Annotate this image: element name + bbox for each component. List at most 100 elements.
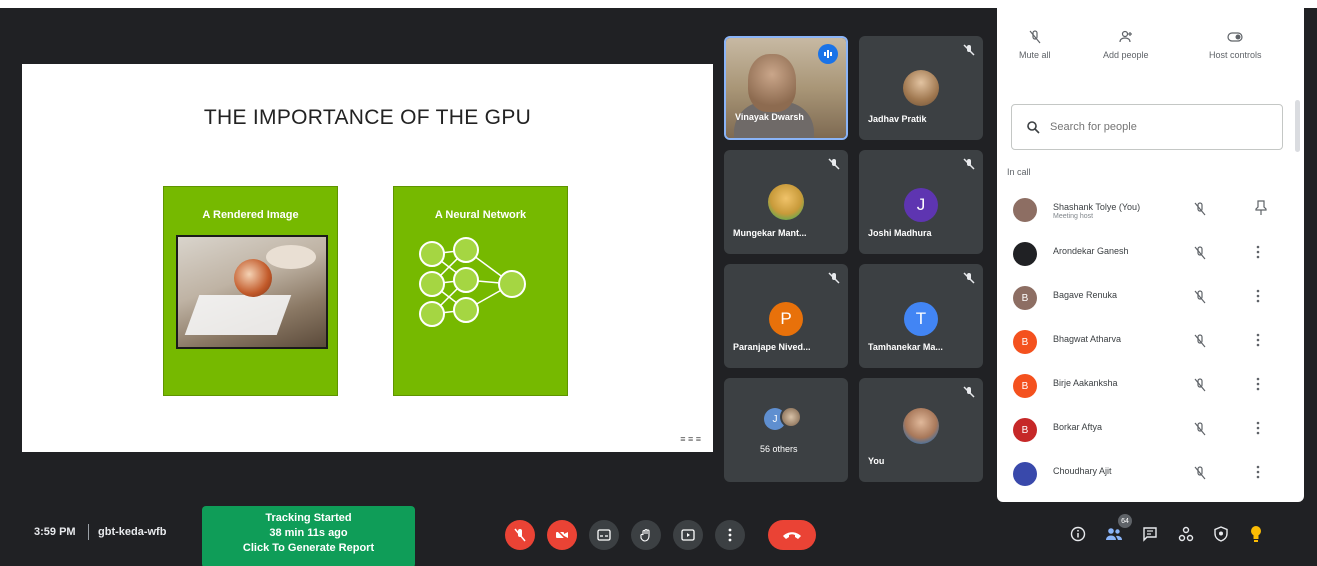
participant-name: Bagave Renuka — [1053, 290, 1118, 300]
mic-off-icon — [828, 158, 840, 170]
mic-off-icon — [963, 158, 975, 170]
more-vert-icon[interactable] — [1255, 376, 1261, 392]
tile-name: Jadhav Pratik — [868, 114, 927, 124]
search-people-field[interactable] — [1011, 104, 1283, 150]
meeting-details-button[interactable] — [1066, 522, 1090, 546]
more-options-button[interactable] — [715, 520, 745, 550]
slide-title: THE IMPORTANCE OF THE GPU — [203, 106, 532, 129]
more-vert-icon[interactable] — [1255, 288, 1261, 304]
avatar — [780, 406, 802, 428]
host-controls-shield-button[interactable] — [1209, 522, 1233, 546]
mic-toggle-button[interactable] — [505, 520, 535, 550]
tile-name: 56 others — [760, 444, 798, 454]
tile-name: Joshi Madhura — [868, 228, 932, 238]
participant-row[interactable]: B Borkar Aftya — [997, 408, 1304, 452]
host-controls-button[interactable]: Host controls — [1209, 30, 1262, 60]
neural-network-panel: A Neural Network — [393, 186, 568, 396]
self-tile[interactable]: You — [859, 378, 983, 482]
mic-off-icon[interactable] — [1193, 246, 1207, 260]
participant-row[interactable]: B Birje Aakanksha — [997, 364, 1304, 408]
avatar — [903, 408, 939, 444]
more-vert-icon[interactable] — [1255, 332, 1261, 348]
more-vert-icon[interactable] — [1255, 244, 1261, 260]
search-input[interactable] — [1050, 121, 1250, 133]
avatar — [1013, 462, 1037, 486]
participant-tile[interactable]: Vinayak Dwarsh — [724, 36, 848, 140]
tile-name: Vinayak Dwarsh — [735, 112, 804, 122]
present-button[interactable] — [673, 520, 703, 550]
participant-name: Arondekar Ganesh — [1053, 246, 1129, 256]
avatar — [768, 184, 804, 220]
mic-off-icon[interactable] — [1193, 202, 1207, 216]
speaking-icon — [818, 44, 838, 64]
clock: 3:59 PM — [34, 526, 76, 538]
present-screen-icon — [681, 529, 695, 541]
raise-hand-button[interactable] — [631, 520, 661, 550]
scrollbar[interactable] — [1295, 100, 1300, 152]
participant-name: Choudhary Ajit — [1053, 466, 1112, 476]
participant-row[interactable]: Shashank Tolye (You) Meeting host — [997, 188, 1304, 232]
add-person-icon — [1119, 30, 1132, 43]
avatar — [903, 70, 939, 106]
mic-off-icon[interactable] — [1193, 290, 1207, 304]
mic-off-icon — [963, 272, 975, 284]
activities-button[interactable] — [1174, 522, 1198, 546]
activities-icon — [1178, 526, 1194, 542]
hang-up-icon — [783, 532, 801, 539]
captions-icon — [597, 529, 611, 541]
tile-name: You — [868, 456, 885, 466]
people-button[interactable]: 64 — [1102, 514, 1132, 546]
mic-off-icon[interactable] — [1193, 378, 1207, 392]
tile-name: Tamhanekar Ma... — [868, 342, 943, 352]
avatar — [1013, 242, 1037, 266]
others-tile[interactable]: J 56 others — [724, 378, 848, 482]
participant-tile[interactable]: P Paranjape Nived... — [724, 264, 848, 368]
participant-row[interactable]: B Bagave Renuka — [997, 276, 1304, 320]
tile-name: Mungekar Mant... — [733, 228, 807, 238]
participant-row[interactable]: Arondekar Ganesh — [997, 232, 1304, 276]
participant-tile[interactable]: T Tamhanekar Ma... — [859, 264, 983, 368]
participant-row[interactable]: Choudhary Ajit — [997, 452, 1304, 496]
leave-call-button[interactable] — [768, 520, 816, 550]
pin-icon[interactable] — [1255, 200, 1267, 216]
captions-button[interactable] — [589, 520, 619, 550]
mic-off-icon[interactable] — [1193, 334, 1207, 348]
participant-tile[interactable]: Mungekar Mant... — [724, 150, 848, 254]
participant-name: Shashank Tolye (You) — [1053, 202, 1141, 212]
mic-off-icon — [828, 272, 840, 284]
chat-button[interactable] — [1138, 522, 1162, 546]
mute-all-button[interactable]: Mute all — [1019, 30, 1051, 60]
participants-count-badge: 64 — [1118, 514, 1132, 528]
hand-icon — [640, 528, 650, 542]
chat-icon — [1143, 527, 1157, 542]
tracking-report-button[interactable]: Tracking Started 38 min 11s ago Click To… — [202, 506, 415, 566]
more-vert-icon[interactable] — [1255, 464, 1261, 480]
more-vert-icon[interactable] — [1255, 420, 1261, 436]
mic-off-icon[interactable] — [1193, 422, 1207, 436]
avatar: B — [1013, 418, 1037, 442]
presentation-slide: THE IMPORTANCE OF THE GPU A Rendered Ima… — [22, 64, 713, 452]
camera-toggle-button[interactable] — [547, 520, 577, 550]
people-panel: Mute all Add people Host controls In cal… — [997, 0, 1304, 502]
slide-logo: ≡ ≡ ≡ — [680, 434, 701, 444]
participant-tile[interactable]: Jadhav Pratik — [859, 36, 983, 140]
avatar: T — [904, 302, 938, 336]
toggle-icon — [1227, 32, 1243, 42]
participant-row[interactable]: B Bhagwat Atharva — [997, 320, 1304, 364]
add-people-button[interactable]: Add people — [1103, 30, 1149, 60]
extension-button[interactable] — [1244, 522, 1268, 546]
mic-off-icon — [963, 44, 975, 56]
people-icon — [1106, 528, 1122, 540]
participant-role: Meeting host — [1053, 213, 1094, 220]
panel-title: A Rendered Image — [202, 209, 299, 221]
mic-off-icon — [1029, 30, 1041, 44]
panel-title: A Neural Network — [434, 209, 527, 221]
bottom-bar: 3:59 PM gbt-keda-wfb Tracking Started 38… — [0, 502, 1317, 566]
mic-off-icon[interactable] — [1193, 466, 1207, 480]
participant-name: Bhagwat Atharva — [1053, 334, 1122, 344]
divider — [88, 524, 89, 540]
participant-tile[interactable]: J Joshi Madhura — [859, 150, 983, 254]
section-label: In call — [1007, 167, 1031, 177]
meeting-code: gbt-keda-wfb — [98, 526, 167, 538]
shield-icon — [1214, 526, 1228, 542]
